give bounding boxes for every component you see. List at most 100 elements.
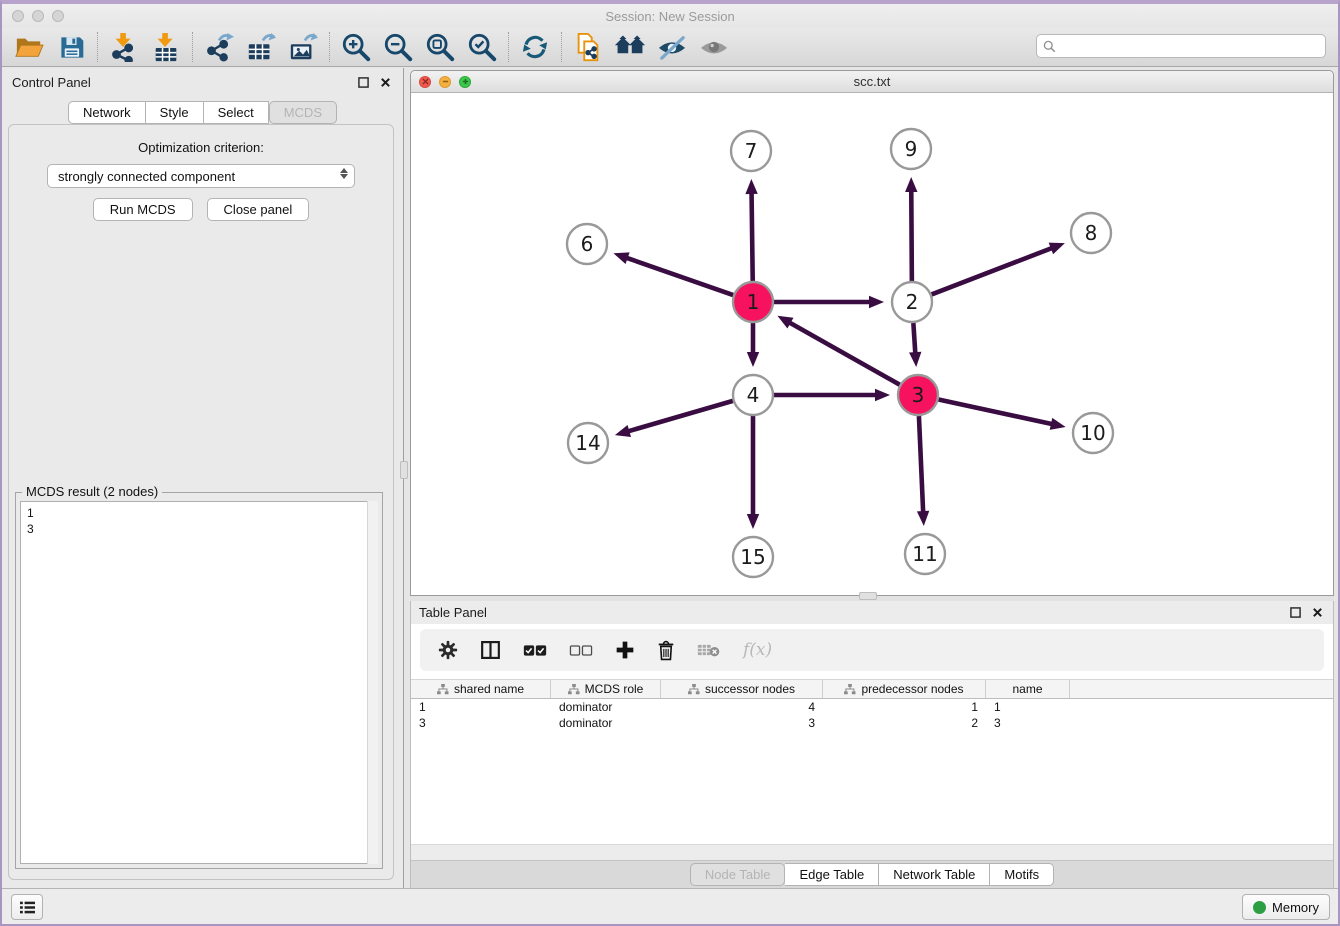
- close-panel-icon[interactable]: [377, 74, 393, 90]
- refresh-view-button[interactable]: [514, 30, 556, 64]
- tab-mcds[interactable]: MCDS: [269, 101, 337, 124]
- graph-node-15[interactable]: 15: [733, 537, 773, 577]
- zoom-in-button[interactable]: [335, 30, 377, 64]
- mcds-result-text[interactable]: 1 3: [20, 501, 378, 864]
- table-tab-motifs[interactable]: Motifs: [990, 863, 1054, 886]
- column-header-successor-nodes[interactable]: successor nodes: [661, 680, 823, 698]
- zoom-fit-button[interactable]: [419, 30, 461, 64]
- network-window-title: scc.txt: [411, 74, 1333, 89]
- column-header-predecessor-nodes[interactable]: predecessor nodes: [823, 680, 986, 698]
- graph-edge-2-3[interactable]: [909, 323, 921, 367]
- network-maximize-icon[interactable]: [459, 76, 471, 88]
- list-icon: [19, 900, 36, 915]
- table-cell[interactable]: 3: [986, 715, 1070, 731]
- table-horizontal-scrollbar[interactable]: [411, 844, 1333, 860]
- select-all-button[interactable]: [523, 643, 547, 658]
- graph-edge-3-10[interactable]: [939, 399, 1066, 429]
- network-canvas[interactable]: 7 9 6 8 1 2 4 3 14 10 15 11: [411, 93, 1333, 595]
- export-network-button[interactable]: [198, 30, 240, 64]
- column-header-name[interactable]: name: [986, 680, 1070, 698]
- table-cell[interactable]: 1: [986, 699, 1070, 715]
- zoom-out-button[interactable]: [377, 30, 419, 64]
- graph-node-10[interactable]: 10: [1073, 413, 1113, 453]
- table-close-icon[interactable]: [1309, 605, 1325, 621]
- export-image-button[interactable]: [282, 30, 324, 64]
- table-tab-edge-table[interactable]: Edge Table: [785, 863, 879, 886]
- import-network-button[interactable]: [103, 30, 145, 64]
- table-cell[interactable]: 4: [661, 699, 823, 715]
- memory-button[interactable]: Memory: [1242, 894, 1330, 920]
- first-neighbors-button[interactable]: [609, 30, 651, 64]
- graph-edge-2-9[interactable]: [905, 177, 917, 281]
- hide-selected-button[interactable]: [651, 30, 693, 64]
- graph-edge-2-8[interactable]: [932, 243, 1065, 295]
- table-row[interactable]: 3dominator323: [411, 715, 1333, 731]
- delete-table-button[interactable]: [697, 642, 721, 658]
- show-all-button[interactable]: [693, 30, 735, 64]
- table-header-row: shared nameMCDS rolesuccessor nodesprede…: [411, 679, 1333, 699]
- graph-node-9[interactable]: 9: [891, 129, 931, 169]
- close-panel-button[interactable]: Close panel: [207, 198, 310, 221]
- graph-node-7[interactable]: 7: [731, 131, 771, 171]
- graph-node-6[interactable]: 6: [567, 224, 607, 264]
- unselect-all-button[interactable]: [569, 643, 593, 658]
- graph-edge-4-14[interactable]: [615, 401, 733, 437]
- graph-edge-4-15[interactable]: [747, 416, 759, 529]
- graph-edge-3-1[interactable]: [777, 316, 899, 385]
- table-cell[interactable]: 1: [823, 699, 986, 715]
- delete-column-button[interactable]: [657, 640, 675, 661]
- graph-edge-4-3[interactable]: [774, 389, 890, 401]
- table-cell[interactable]: 2: [823, 715, 986, 731]
- graph-edge-1-2[interactable]: [774, 296, 884, 308]
- graph-node-4[interactable]: 4: [733, 375, 773, 415]
- run-mcds-button[interactable]: Run MCDS: [93, 198, 193, 221]
- criterion-value: strongly connected component: [58, 169, 235, 184]
- table-float-icon[interactable]: [1287, 605, 1303, 621]
- table-cell[interactable]: 1: [411, 699, 551, 715]
- save-session-button[interactable]: [50, 30, 92, 64]
- zoom-selected-button[interactable]: [461, 30, 503, 64]
- tab-select[interactable]: Select: [204, 101, 269, 124]
- graph-edge-1-7[interactable]: [745, 179, 757, 281]
- search-input[interactable]: [1060, 39, 1325, 54]
- graph-node-14[interactable]: 14: [568, 423, 608, 463]
- table-row[interactable]: 1dominator411: [411, 699, 1333, 715]
- column-header-shared-name[interactable]: shared name: [411, 680, 551, 698]
- network-minimize-icon[interactable]: [439, 76, 451, 88]
- open-file-button[interactable]: [8, 30, 50, 64]
- table-cell[interactable]: dominator: [551, 715, 661, 731]
- tab-style[interactable]: Style: [146, 101, 204, 124]
- horizontal-split-handle[interactable]: [859, 592, 877, 600]
- table-cell[interactable]: dominator: [551, 699, 661, 715]
- criterion-select[interactable]: strongly connected component: [47, 164, 355, 188]
- graph-edge-3-11[interactable]: [917, 416, 929, 526]
- column-layout-button[interactable]: [480, 640, 501, 660]
- tab-network[interactable]: Network: [68, 101, 146, 124]
- new-network-from-selection-button[interactable]: [567, 30, 609, 64]
- vertical-split-handle[interactable]: [400, 461, 408, 479]
- export-table-button[interactable]: [240, 30, 282, 64]
- search-field[interactable]: [1036, 34, 1326, 58]
- table-settings-button[interactable]: [438, 640, 458, 660]
- add-column-button[interactable]: [615, 640, 635, 660]
- graph-node-8[interactable]: 8: [1071, 213, 1111, 253]
- column-header-MCDS-role[interactable]: MCDS role: [551, 680, 661, 698]
- network-close-icon[interactable]: [419, 76, 431, 88]
- import-table-button[interactable]: [145, 30, 187, 64]
- graph-node-2[interactable]: 2: [892, 282, 932, 322]
- result-scrollbar[interactable]: [367, 501, 378, 864]
- task-history-button[interactable]: [11, 894, 43, 920]
- network-window-titlebar[interactable]: scc.txt: [411, 71, 1333, 93]
- graph-edge-1-6[interactable]: [613, 252, 733, 295]
- graph-node-3[interactable]: 3: [898, 375, 938, 415]
- graph-node-1[interactable]: 1: [733, 282, 773, 322]
- table-cell[interactable]: 3: [661, 715, 823, 731]
- table-panel-title: Table Panel: [419, 605, 487, 620]
- function-builder-button[interactable]: f(x): [743, 640, 772, 660]
- table-cell[interactable]: 3: [411, 715, 551, 731]
- table-tab-network-table[interactable]: Network Table: [879, 863, 990, 886]
- graph-node-11[interactable]: 11: [905, 534, 945, 574]
- float-panel-icon[interactable]: [355, 74, 371, 90]
- table-tab-node-table[interactable]: Node Table: [690, 863, 786, 886]
- graph-edge-1-4[interactable]: [747, 323, 759, 367]
